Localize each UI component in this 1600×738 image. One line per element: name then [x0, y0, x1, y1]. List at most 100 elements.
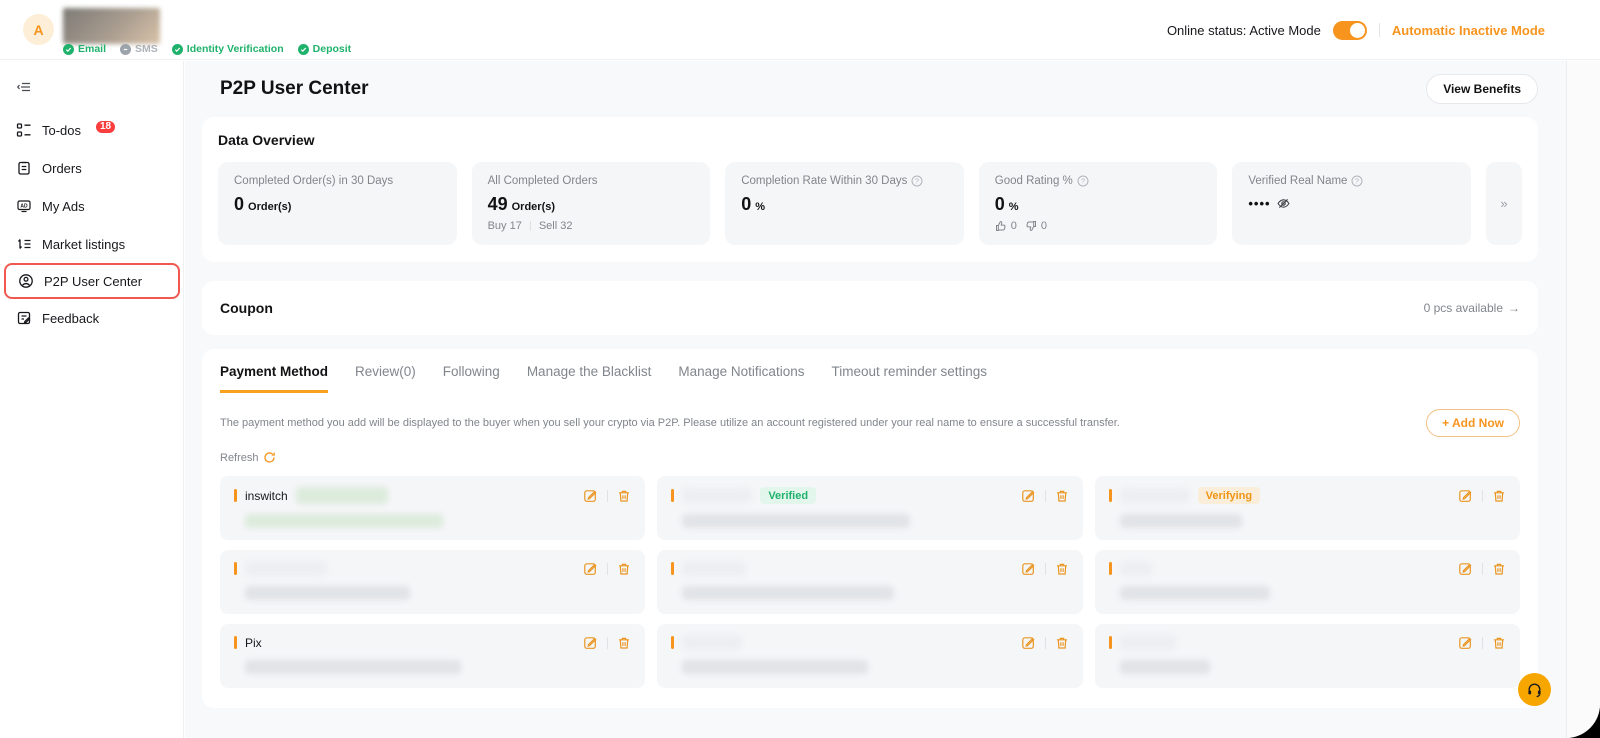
redacted-username — [63, 8, 160, 44]
check-circle-icon — [298, 44, 309, 55]
scrollbar-track[interactable] — [1566, 61, 1600, 738]
sidebar-item-label: My Ads — [42, 199, 85, 214]
stats-row: Completed Order(s) in 30 Days 0 Order(s)… — [218, 162, 1522, 245]
edit-icon[interactable] — [1458, 635, 1473, 650]
sidebar-item-todos[interactable]: To-dos 18 — [0, 111, 183, 149]
stats-scroll-next-button[interactable]: » — [1486, 162, 1522, 245]
tab-manage-notifications[interactable]: Manage Notifications — [678, 364, 804, 393]
stat-verified-real-name: Verified Real Name ? •••• — [1232, 162, 1471, 245]
automatic-inactive-mode-link[interactable]: Automatic Inactive Mode — [1392, 23, 1545, 38]
tab-payment-method[interactable]: Payment Method — [220, 364, 328, 393]
info-icon[interactable]: ? — [1351, 175, 1363, 187]
masked-real-name: •••• — [1248, 196, 1270, 211]
page-title: P2P User Center — [220, 78, 369, 100]
delete-icon[interactable] — [1492, 636, 1506, 650]
delete-icon[interactable] — [1055, 489, 1069, 503]
view-benefits-button[interactable]: View Benefits — [1426, 74, 1538, 104]
svg-text:?: ? — [1356, 179, 1360, 186]
redacted-account-details — [245, 514, 443, 528]
eye-off-icon[interactable] — [1277, 197, 1290, 210]
add-now-button[interactable]: + Add Now — [1426, 409, 1520, 437]
page-header-row: P2P User Center View Benefits — [202, 61, 1538, 117]
verified-badge: Verified — [760, 487, 816, 504]
badge-label: SMS — [135, 43, 158, 55]
delete-icon[interactable] — [1492, 489, 1506, 503]
verification-badges: Email SMS Identity Verification Deposit — [63, 43, 351, 55]
redacted-account-details — [682, 514, 910, 528]
payment-card-pix: Pix — [220, 624, 645, 688]
divider — [607, 490, 608, 502]
payment-card — [657, 550, 1082, 614]
sidebar-item-market-listings[interactable]: Market listings — [0, 225, 183, 263]
delete-icon[interactable] — [1055, 562, 1069, 576]
delete-icon[interactable] — [617, 489, 631, 503]
redacted-title — [245, 561, 327, 576]
delete-icon[interactable] — [1055, 636, 1069, 650]
data-overview-title: Data Overview — [218, 132, 1522, 148]
tab-review[interactable]: Review(0) — [355, 364, 416, 393]
data-overview-panel: Data Overview Completed Order(s) in 30 D… — [202, 117, 1538, 262]
info-icon[interactable]: ? — [1077, 175, 1089, 187]
accent-bar — [671, 489, 674, 502]
sidebar-item-feedback[interactable]: Feedback — [0, 299, 183, 337]
stat-value: 49 — [488, 194, 508, 215]
stat-unit: Order(s) — [512, 201, 555, 213]
accent-bar — [671, 636, 674, 649]
verifying-badge: Verifying — [1198, 487, 1260, 504]
coupon-panel[interactable]: Coupon 0 pcs available → — [202, 281, 1538, 335]
payment-method-grid: inswitch Verified — [220, 476, 1520, 688]
online-status-toggle[interactable] — [1333, 21, 1367, 40]
payment-method-panel: Payment Method Review(0) Following Manag… — [202, 349, 1538, 708]
coupon-available-label: 0 pcs available — [1424, 301, 1503, 315]
toggle-knob — [1350, 23, 1365, 38]
stat-all-completed: All Completed Orders 49 Order(s) Buy 17 … — [472, 162, 711, 245]
stat-value: 0 — [741, 194, 751, 215]
tab-timeout-reminder[interactable]: Timeout reminder settings — [831, 364, 987, 393]
edit-icon[interactable] — [1021, 635, 1036, 650]
edit-icon[interactable] — [583, 488, 598, 503]
redacted-account-details — [1120, 660, 1210, 674]
coupon-title: Coupon — [220, 300, 273, 316]
delete-icon[interactable] — [1492, 562, 1506, 576]
sidebar-collapse-icon[interactable] — [14, 77, 34, 97]
tab-manage-blacklist[interactable]: Manage the Blacklist — [527, 364, 652, 393]
sidebar-item-label: To-dos — [42, 123, 81, 138]
edit-icon[interactable] — [583, 561, 598, 576]
sidebar-item-orders[interactable]: Orders — [0, 149, 183, 187]
info-icon[interactable]: ? — [911, 175, 923, 187]
thumbs-down-icon — [1025, 220, 1037, 232]
divider — [1045, 563, 1046, 575]
edit-icon[interactable] — [1458, 488, 1473, 503]
stat-unit: % — [1009, 201, 1019, 213]
buy-count: Buy 17 — [488, 220, 522, 232]
avatar[interactable]: A — [23, 14, 54, 45]
badge-identity-verification: Identity Verification — [172, 43, 284, 55]
redacted-account-details — [682, 586, 894, 600]
sell-count: Sell 32 — [539, 220, 573, 232]
payment-card-title: Pix — [245, 636, 262, 650]
main-content: P2P User Center View Benefits Data Overv… — [185, 61, 1566, 738]
edit-icon[interactable] — [1021, 561, 1036, 576]
edit-icon[interactable] — [1021, 488, 1036, 503]
delete-icon[interactable] — [617, 636, 631, 650]
stat-label: Verified Real Name — [1248, 175, 1347, 187]
sidebar-item-label: Feedback — [42, 311, 99, 326]
refresh-label: Refresh — [220, 452, 259, 464]
svg-text:?: ? — [915, 179, 919, 186]
edit-icon[interactable] — [583, 635, 598, 650]
stat-label: Completion Rate Within 30 Days — [741, 175, 907, 187]
tab-following[interactable]: Following — [443, 364, 500, 393]
sidebar-item-p2p-user-center[interactable]: P2P User Center — [4, 263, 180, 299]
customer-support-button[interactable] — [1518, 673, 1551, 706]
delete-icon[interactable] — [617, 562, 631, 576]
edit-icon[interactable] — [1458, 561, 1473, 576]
stat-label: Good Rating % — [995, 175, 1073, 187]
divider — [1045, 637, 1046, 649]
browser-page: A Email SMS Identity Verification Deposi… — [0, 0, 1600, 738]
refresh-button[interactable]: Refresh — [220, 451, 276, 464]
redacted-account-details — [682, 660, 868, 674]
sidebar-item-my-ads[interactable]: AD My Ads — [0, 187, 183, 225]
stat-good-rating: Good Rating % ? 0 % 0 0 — [979, 162, 1218, 245]
stat-value: 0 — [995, 194, 1005, 215]
redacted-title — [1120, 561, 1152, 576]
